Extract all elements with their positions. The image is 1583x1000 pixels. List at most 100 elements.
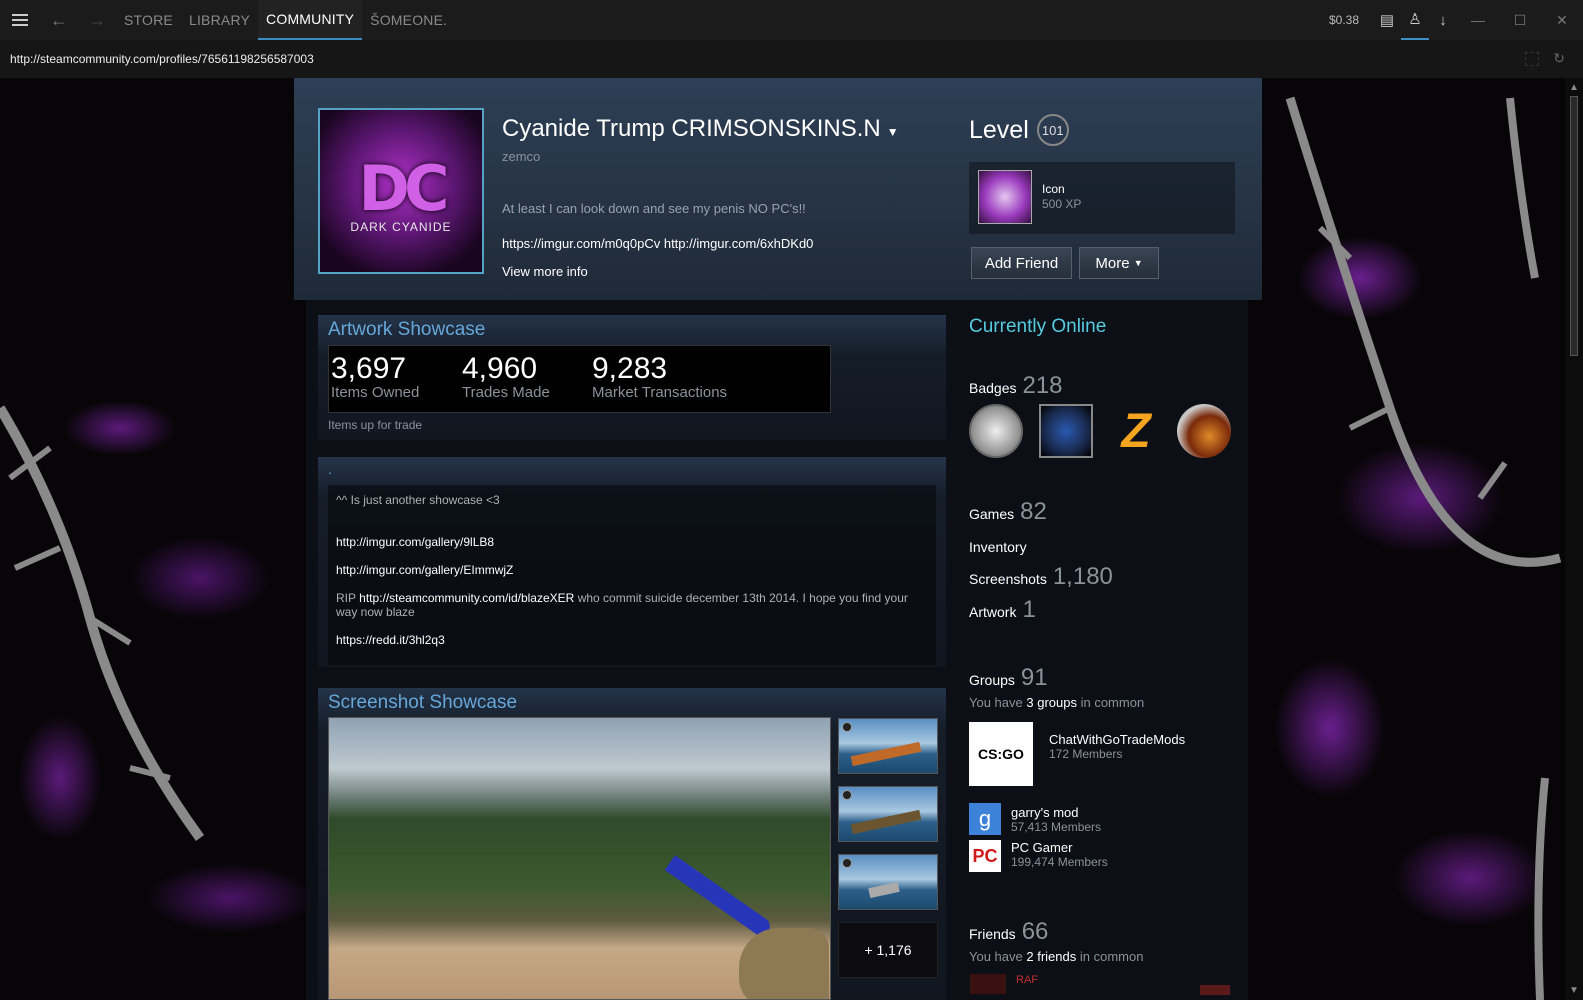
showcase-title: Artwork Showcase xyxy=(328,319,486,340)
groups-in-common[interactable]: You have 3 groups in common xyxy=(969,695,1144,710)
url-bar: http://steamcommunity.com/profiles/76561… xyxy=(0,40,1583,78)
close-icon[interactable]: ✕ xyxy=(1541,0,1583,40)
tab-library[interactable]: LIBRARY xyxy=(181,0,258,40)
chevron-down-icon: ▼ xyxy=(1133,258,1143,268)
group-logo: g xyxy=(969,803,1001,835)
custom-link[interactable]: https://redd.it/3hl2q3 xyxy=(336,633,445,647)
stat-trades-made: 4,960 Trades Made xyxy=(462,352,550,401)
wallet-balance[interactable]: $0.38 xyxy=(1329,13,1359,27)
badge-xp: 500 XP xyxy=(1042,197,1082,211)
common-prefix: You have xyxy=(969,695,1023,710)
group-name[interactable]: ChatWithGoTradeMods xyxy=(1049,732,1185,747)
badge-name: Icon xyxy=(1042,182,1065,196)
common-prefix: You have xyxy=(969,949,1023,964)
group-name[interactable]: PC Gamer xyxy=(1011,840,1072,855)
chevron-down-icon[interactable]: ▼ xyxy=(887,125,899,139)
custom-link[interactable]: http://imgur.com/gallery/9lLB8 xyxy=(336,535,494,549)
artwork-link[interactable]: Artwork 1 xyxy=(969,596,1036,624)
menu-icon[interactable] xyxy=(0,0,40,40)
stat-label: Trades Made xyxy=(462,384,550,401)
online-status: Currently Online xyxy=(969,316,1107,337)
friends-in-common[interactable]: You have 2 friends in common xyxy=(969,949,1143,964)
stat-market-transactions: 9,283 Market Transactions xyxy=(592,352,727,401)
persona-name-text: Cyanide Trump CRIMSONSKINS.N xyxy=(502,115,881,142)
knife-shape xyxy=(664,855,774,939)
groups-link[interactable]: Groups 91 xyxy=(969,664,1048,692)
url-text[interactable]: http://steamcommunity.com/profiles/76561… xyxy=(10,52,314,66)
items-up-for-trade-link[interactable]: Items up for trade xyxy=(328,418,422,432)
forward-arrow-icon[interactable]: → xyxy=(78,0,116,40)
stat-value: 9,283 xyxy=(592,352,668,385)
minimize-icon[interactable]: — xyxy=(1457,0,1499,40)
reload-icon[interactable]: ↻ xyxy=(1553,50,1565,67)
persona-name[interactable]: Cyanide Trump CRIMSONSKINS.N ▼ xyxy=(502,115,899,143)
screenshot-thumbnail[interactable] xyxy=(838,786,938,842)
screenshot-thumbnail[interactable] xyxy=(838,854,938,910)
avatar[interactable]: DC DARK CYANIDE xyxy=(318,108,484,274)
gun-shape xyxy=(850,741,922,767)
groups-count: 91 xyxy=(1020,664,1048,691)
avatar-logo-subtext: DARK CYANIDE xyxy=(350,220,452,234)
badge-icon[interactable]: Z xyxy=(1109,404,1163,458)
screenshots-label: Screenshots xyxy=(969,571,1047,587)
inventory-link[interactable]: Inventory xyxy=(969,539,1027,555)
add-friend-button[interactable]: Add Friend xyxy=(971,247,1072,279)
extension-icon[interactable] xyxy=(1525,52,1539,66)
pin-icon xyxy=(842,858,852,868)
games-link[interactable]: Games 82 xyxy=(969,498,1047,526)
group-members: 57,413 Members xyxy=(1011,820,1102,834)
featured-screenshot[interactable] xyxy=(328,717,831,1000)
download-icon[interactable]: ↓ xyxy=(1429,0,1457,40)
group-name[interactable]: garry's mod xyxy=(1011,805,1079,820)
tab-store[interactable]: STORE xyxy=(116,0,181,40)
more-screenshots-button[interactable]: + 1,176 xyxy=(838,922,938,978)
pin-icon xyxy=(842,790,852,800)
scroll-down-icon[interactable]: ▼ xyxy=(1569,985,1579,996)
badges-label: Badges xyxy=(969,380,1017,396)
common-suffix: in common xyxy=(1080,695,1145,710)
page-scrollbar[interactable]: ▲ ▼ xyxy=(1565,78,1583,1000)
screenshots-count: 1,180 xyxy=(1052,563,1113,590)
friend-name[interactable]: RAF xyxy=(1016,974,1038,986)
scroll-up-icon[interactable]: ▲ xyxy=(1569,82,1579,93)
tab-user[interactable]: ŠOMEONE. xyxy=(362,0,455,40)
screenshot-thumbnail[interactable] xyxy=(838,718,938,774)
gun-shape xyxy=(850,809,922,835)
showcase-title: . xyxy=(328,461,332,477)
groups-label: Groups xyxy=(969,672,1015,688)
badges-link[interactable]: Badges 218 xyxy=(969,372,1063,400)
favorite-badge[interactable]: Icon 500 XP xyxy=(969,162,1235,234)
custom-link[interactable]: http://imgur.com/gallery/EImmwjZ xyxy=(336,563,513,577)
view-more-info-link[interactable]: View more info xyxy=(502,264,588,279)
profile-links[interactable]: https://imgur.com/m0q0pCv http://imgur.c… xyxy=(502,236,813,251)
back-arrow-icon[interactable]: ← xyxy=(40,0,78,40)
stat-label: Items Owned xyxy=(331,384,420,401)
games-label: Games xyxy=(969,506,1015,522)
friends-icon[interactable]: ♙ xyxy=(1401,0,1429,40)
stat-value: 3,697 xyxy=(331,352,407,385)
badge-icon[interactable] xyxy=(1039,404,1093,458)
friend-level-badge xyxy=(1200,985,1230,995)
top-nav-bar: ← → STORE LIBRARY COMMUNITY ŠOMEONE. $0.… xyxy=(0,0,1583,40)
screenshots-link[interactable]: Screenshots 1,180 xyxy=(969,563,1113,591)
artwork-label: Artwork xyxy=(969,604,1017,620)
friend-avatar[interactable] xyxy=(970,974,1006,994)
group-members: 199,474 Members xyxy=(1011,855,1108,869)
custom-info-showcase: . ^^ Is just another showcase <3 http://… xyxy=(318,457,946,667)
badge-icon[interactable] xyxy=(969,404,1023,458)
level-badge[interactable]: 101 xyxy=(1036,114,1069,146)
stat-value: 4,960 xyxy=(462,352,538,385)
profile-header: DC DARK CYANIDE Cyanide Trump CRIMSONSKI… xyxy=(294,78,1262,300)
tab-community[interactable]: COMMUNITY xyxy=(258,0,363,40)
badges-count: 218 xyxy=(1022,372,1063,399)
scroll-thumb[interactable] xyxy=(1570,96,1578,356)
artwork-count: 1 xyxy=(1022,596,1036,623)
chat-icon[interactable]: ▤ xyxy=(1373,0,1401,40)
friends-link[interactable]: Friends 66 xyxy=(969,918,1048,946)
custom-link[interactable]: http://steamcommunity.com/id/blazeXER xyxy=(359,591,574,605)
badge-icon[interactable] xyxy=(1177,404,1231,458)
more-button[interactable]: More ▼ xyxy=(1079,247,1159,279)
maximize-icon[interactable]: ☐ xyxy=(1499,0,1541,40)
stat-items-owned: 3,697 Items Owned xyxy=(331,352,419,401)
group-members: 172 Members xyxy=(1049,747,1123,761)
